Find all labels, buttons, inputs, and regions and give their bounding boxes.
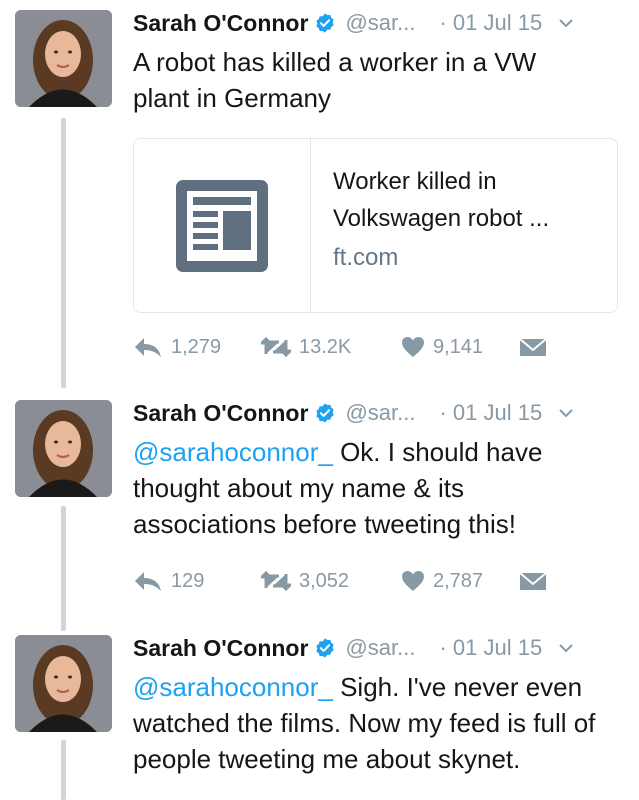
retweet-icon: [261, 570, 291, 592]
author-handle[interactable]: @sar...: [345, 10, 415, 36]
author-name[interactable]: Sarah O'Connor: [133, 635, 308, 662]
tweet-text: @sarahoconnor_ Ok. I should have thought…: [133, 434, 603, 542]
link-card[interactable]: Worker killed in Volkswagen robot ... ft…: [133, 138, 618, 313]
author-handle[interactable]: @sar...: [345, 400, 415, 426]
reply-button[interactable]: 1,279: [133, 336, 261, 359]
retweet-count: 3,052: [299, 569, 350, 592]
avatar[interactable]: [15, 635, 112, 732]
profile-photo: [15, 635, 112, 732]
article-icon: [176, 179, 268, 272]
message-icon: [519, 572, 547, 590]
card-title[interactable]: Worker killed in Volkswagen robot ...: [333, 163, 603, 237]
author-name[interactable]: Sarah O'Connor: [133, 10, 308, 37]
tweet-header: Sarah O'Connor @sar... · 01 Jul 15: [133, 631, 621, 665]
message-icon: [519, 338, 547, 356]
tweet-date[interactable]: · 01 Jul 15: [439, 10, 542, 36]
reply-count: 1,279: [171, 335, 222, 358]
tweet-text: A robot has killed a worker in a VW plan…: [133, 47, 537, 113]
tweet-date[interactable]: · 01 Jul 15: [439, 635, 542, 661]
heart-icon: [402, 337, 424, 357]
verified-badge-icon: [316, 403, 335, 423]
chevron-down-icon[interactable]: [558, 640, 574, 656]
like-button[interactable]: 2,787: [401, 570, 519, 593]
verified-badge-icon: [316, 638, 335, 658]
reply-icon: [135, 338, 161, 357]
tweet-header: Sarah O'Connor @sar... · 01 Jul 15: [133, 6, 621, 40]
chevron-down-icon[interactable]: [558, 15, 574, 31]
retweet-count: 13.2K: [299, 335, 352, 358]
avatar[interactable]: [15, 400, 112, 497]
like-count: 9,141: [433, 335, 484, 358]
thread-line-1: [61, 118, 66, 388]
tweet-date[interactable]: · 01 Jul 15: [439, 400, 542, 426]
mention-link[interactable]: @sarahoconnor_: [133, 437, 333, 467]
reply-button[interactable]: 129: [133, 570, 261, 593]
like-count: 2,787: [433, 569, 484, 592]
profile-photo: [15, 400, 112, 497]
heart-icon: [402, 571, 424, 591]
direct-message-button[interactable]: [519, 570, 547, 592]
author-name[interactable]: Sarah O'Connor: [133, 400, 308, 427]
avatar[interactable]: [15, 10, 112, 107]
profile-photo: [15, 10, 112, 107]
reply-count: 129: [171, 569, 205, 592]
like-button[interactable]: 9,141: [401, 336, 519, 359]
thread-line-3: [61, 740, 66, 800]
tweet-header: Sarah O'Connor @sar... · 01 Jul 15: [133, 396, 621, 430]
retweet-icon: [261, 336, 291, 358]
reply-icon: [135, 572, 161, 591]
tweet-text: @sarahoconnor_ Sigh. I've never even wat…: [133, 669, 613, 777]
card-thumbnail: [134, 139, 311, 312]
card-domain: ft.com: [333, 244, 399, 271]
tweet-actions: 1,279 13.2K 9,141: [133, 332, 547, 362]
verified-badge-icon: [316, 13, 335, 33]
mention-link[interactable]: @sarahoconnor_: [133, 672, 333, 702]
chevron-down-icon[interactable]: [558, 405, 574, 421]
thread-line-2: [61, 506, 66, 631]
retweet-button[interactable]: 3,052: [261, 570, 401, 593]
direct-message-button[interactable]: [519, 336, 547, 358]
tweet-actions: 129 3,052 2,787: [133, 566, 547, 596]
retweet-button[interactable]: 13.2K: [261, 336, 401, 359]
author-handle[interactable]: @sar...: [345, 635, 415, 661]
